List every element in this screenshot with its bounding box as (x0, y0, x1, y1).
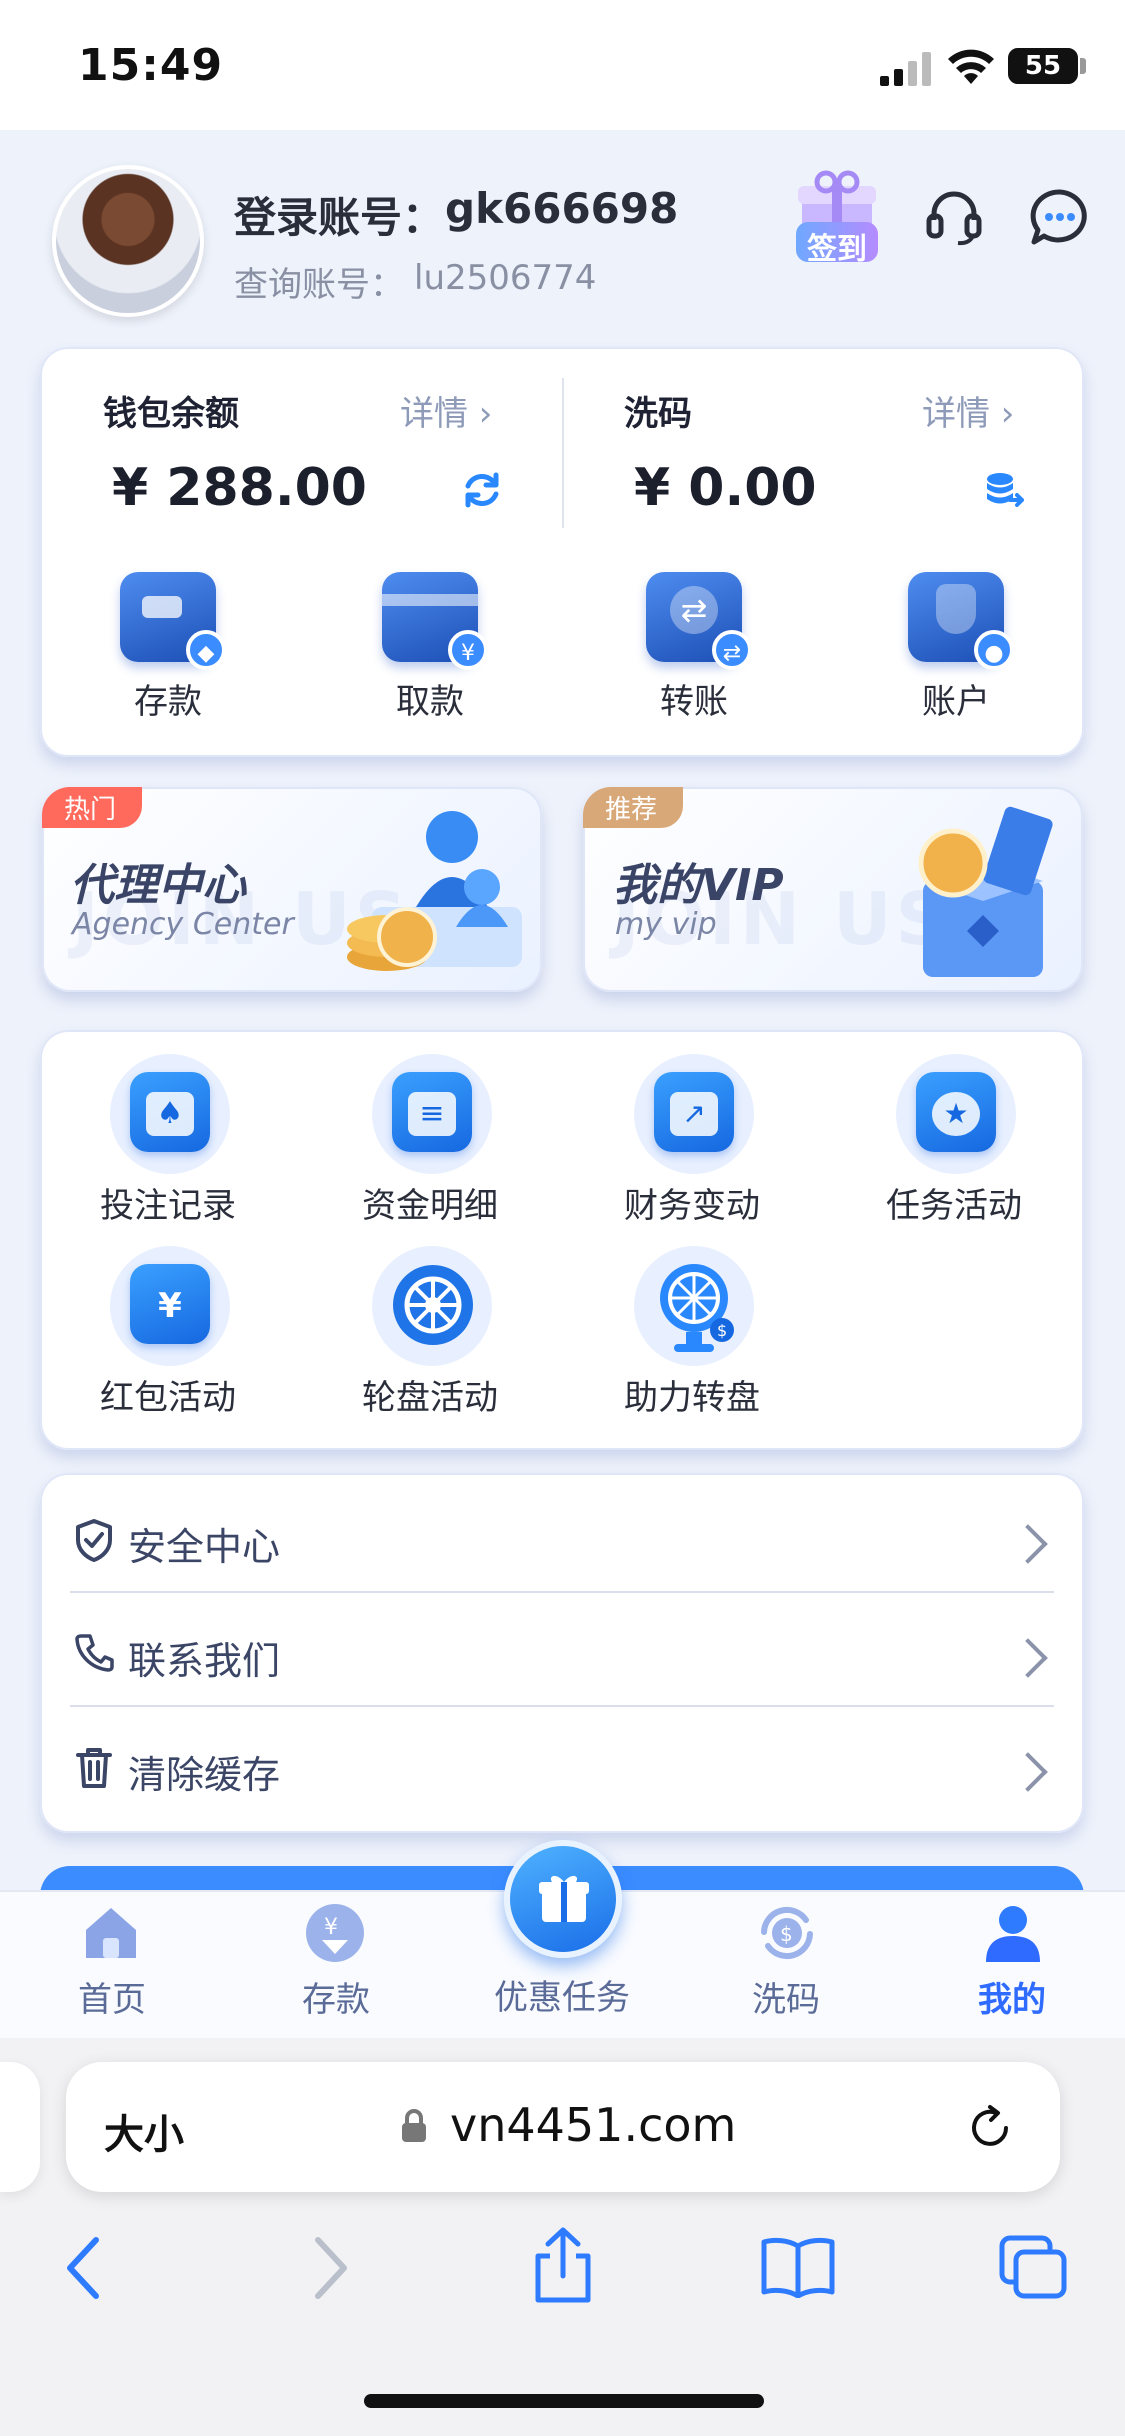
transfer-label: 转账 (660, 682, 728, 722)
menu-item-contact-label: 联系我们 (128, 1639, 281, 1683)
bet-record-item[interactable]: ♠ (106, 1050, 238, 1182)
refresh-icon[interactable] (462, 470, 502, 510)
wheel-assist-label: 助力转盘 (624, 1378, 760, 1418)
menu-item-contact[interactable]: 联系我们 (70, 1602, 1054, 1712)
menu-divider (70, 1705, 1054, 1707)
menu-item-security-label: 安全中心 (128, 1525, 281, 1569)
headset-icon[interactable] (924, 186, 984, 246)
tab-promotions[interactable] (504, 1840, 622, 1958)
query-account-id: lu2506774 (414, 258, 597, 298)
recommend-tag: 推荐 (583, 787, 684, 828)
tabs-icon[interactable] (998, 2234, 1068, 2300)
wash-code-label: 洗码 (624, 394, 692, 434)
menu-divider (70, 1591, 1054, 1593)
wash-code-amount: ¥ 0.00 (634, 458, 817, 518)
tab-wash-code-label: 洗码 (752, 1980, 820, 2020)
svg-text:¥: ¥ (324, 1915, 338, 1940)
shield-icon (76, 1519, 112, 1562)
cellular-signal-icon (880, 52, 931, 86)
forward-icon[interactable] (310, 2236, 350, 2300)
avatar[interactable] (52, 165, 204, 317)
tab-deposit-label: 存款 (302, 1980, 370, 2020)
wheel-icon: $ (660, 1264, 734, 1352)
tab-mine-label: 我的 (978, 1980, 1046, 2020)
deposit-icon: ¥ (306, 1904, 364, 1962)
task-activity-item[interactable]: ★ (892, 1050, 1024, 1182)
fund-detail-item[interactable]: ≡ (368, 1050, 500, 1182)
roulette-item[interactable] (368, 1242, 500, 1374)
wallet-balance-amount: ¥ 288.00 (112, 458, 367, 518)
red-envelope-label: 红包活动 (100, 1378, 236, 1418)
tab-deposit[interactable]: ¥ (304, 1902, 366, 1964)
finance-change-item[interactable]: ↗ (630, 1050, 762, 1182)
svg-text:$: $ (717, 1321, 727, 1340)
lock-icon (402, 2109, 426, 2142)
agency-center-subtitle: Agency Center (72, 907, 294, 942)
tab-promotions-label: 优惠任务 (494, 1978, 630, 2018)
battery-level: 55 (1024, 51, 1062, 81)
gift-icon (539, 1875, 589, 1922)
my-vip-card[interactable]: 推荐 JOIN US 我的VIP my vip (583, 787, 1083, 992)
account-label: 账户 (922, 682, 990, 722)
status-time: 15:49 (78, 40, 224, 91)
withdraw-label: 取款 (396, 682, 464, 722)
svg-text:$: $ (780, 1922, 793, 1946)
login-account-id: gk666698 (445, 184, 679, 233)
agency-center-title: 代理中心 (70, 860, 246, 911)
red-envelope-item[interactable]: ¥ (106, 1242, 238, 1374)
sign-in-label: 签到 (807, 232, 867, 267)
home-icon (86, 1908, 136, 1958)
deposit-label: 存款 (134, 682, 202, 722)
trash-icon (76, 1748, 112, 1788)
query-account-label: 查询账号： (234, 265, 404, 305)
fund-detail-label: 资金明细 (362, 1186, 498, 1226)
menu-item-clear-cache-label: 清除缓存 (128, 1753, 281, 1797)
text-size-button[interactable]: 大小 (104, 2102, 184, 2160)
previous-tab-preview[interactable] (0, 2062, 40, 2192)
task-activity-label: 任务活动 (886, 1186, 1022, 1226)
hot-tag: 热门 (42, 787, 143, 828)
menu-item-security[interactable]: 安全中心 (70, 1488, 1054, 1598)
finance-change-label: 财务变动 (624, 1186, 760, 1226)
url-text[interactable]: vn4451.com (450, 2098, 736, 2152)
agency-center-card[interactable]: 热门 JOIN US 代理中心 Agency Center (42, 787, 542, 992)
user-icon (986, 1906, 1040, 1962)
sign-in-button[interactable]: 签到 (786, 164, 888, 267)
wallet-balance-detail-link[interactable]: 详情 › (400, 386, 492, 435)
vip-box-illustration-icon (918, 806, 1053, 977)
wash-icon: $ (761, 1906, 813, 1960)
wallet-divider (562, 378, 564, 528)
roulette-label: 轮盘活动 (362, 1378, 498, 1418)
wallet-balance-label: 钱包余额 (103, 394, 239, 434)
database-icon[interactable] (984, 470, 1024, 510)
bet-record-label: 投注记录 (100, 1186, 236, 1226)
wheel-assist-item[interactable]: $ (630, 1242, 762, 1374)
my-vip-subtitle: my vip (615, 907, 717, 942)
chevron-right-icon (1008, 1638, 1048, 1678)
chevron-right-icon (1008, 1752, 1048, 1792)
phone-icon (75, 1634, 114, 1672)
tab-wash-code[interactable]: $ (756, 1902, 818, 1964)
login-account-label: 登录账号： (234, 193, 445, 242)
wash-code-detail-link[interactable]: 详情 › (922, 386, 1014, 435)
chevron-right-icon (1008, 1524, 1048, 1564)
reload-icon[interactable] (966, 2104, 1014, 2152)
bookmarks-icon[interactable] (760, 2236, 836, 2298)
menu-item-clear-cache[interactable]: 清除缓存 (70, 1716, 1054, 1826)
wifi-icon (948, 49, 994, 84)
battery-cap (1080, 58, 1086, 74)
tab-mine[interactable] (982, 1902, 1044, 1964)
share-icon[interactable] (530, 2226, 596, 2306)
roulette-icon (393, 1265, 473, 1345)
chat-icon[interactable] (1030, 188, 1090, 246)
back-icon[interactable] (64, 2236, 104, 2300)
my-vip-title: 我的VIP (613, 860, 784, 911)
home-indicator (364, 2394, 764, 2408)
agency-illustration-icon (347, 811, 522, 971)
tab-home[interactable] (80, 1902, 142, 1964)
tab-home-label: 首页 (78, 1980, 146, 2020)
